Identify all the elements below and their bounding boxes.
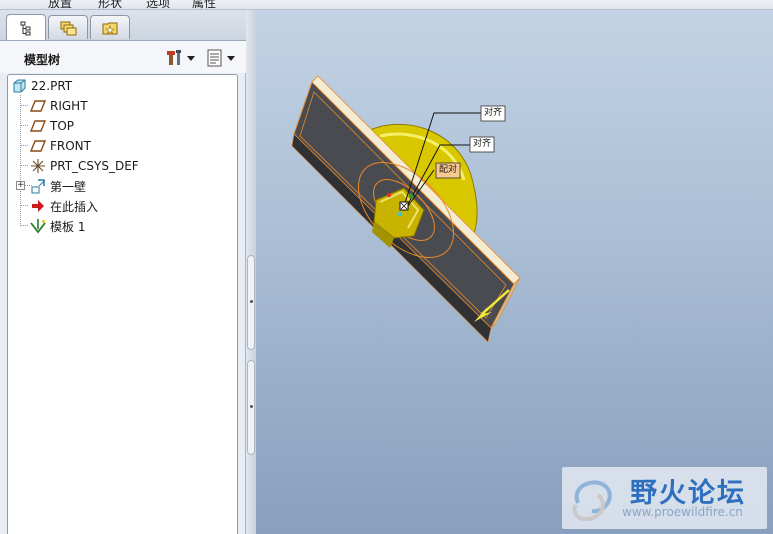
tree-item-first-wall[interactable]: 第一壁 [30, 176, 86, 196]
splitter-grip-top[interactable] [247, 255, 255, 350]
tree-item-insert-here[interactable]: 在此插入 [30, 196, 98, 216]
model-tree-title: 模型树 [24, 53, 61, 67]
tree-item-label: 模板 1 [50, 219, 86, 234]
datum-plane-icon [30, 118, 46, 134]
navigator-tabs [0, 10, 246, 40]
coordinate-system-icon [30, 158, 46, 174]
graphics-viewport[interactable]: 对齐 对齐 配对 野火论坛 www.proewildfire.cn [256, 10, 773, 534]
tools-icon [167, 50, 181, 65]
tree-item-label: 第一壁 [50, 179, 87, 194]
sheetmetal-wall-icon [30, 178, 46, 194]
tree-item-label: TOP [50, 119, 75, 133]
menu-shape[interactable]: 形状 [98, 0, 122, 9]
tree-item-top[interactable]: TOP [30, 116, 74, 136]
tree-item-label: 22.PRT [31, 79, 73, 93]
tree-item-label: PRT_CSYS_DEF [50, 159, 139, 173]
tree-item-right[interactable]: RIGHT [30, 96, 88, 116]
list-settings-icon [207, 49, 222, 67]
model-tree-header: 模型树 [0, 40, 246, 73]
annotation-label-mate: 配对 [439, 165, 458, 175]
favorites-folder-tab-icon [102, 22, 118, 34]
insert-here-arrow-icon [30, 198, 46, 214]
annotation-label-align-1: 对齐 [484, 108, 503, 118]
tab-model-tree[interactable] [6, 14, 46, 40]
annotation-label-align-2: 对齐 [473, 139, 492, 149]
tree-item-label: RIGHT [50, 99, 88, 113]
menu-properties[interactable]: 属性 [192, 0, 216, 9]
tab-layers[interactable] [48, 15, 88, 39]
point-cyan [397, 211, 403, 217]
layers-folder-tab-icon [60, 21, 77, 35]
tree-item-csys[interactable]: PRT_CSYS_DEF [30, 156, 139, 176]
expand-toggle[interactable]: + [16, 181, 25, 190]
datum-plane-icon [30, 138, 46, 154]
menu-place[interactable]: 放置 [48, 0, 72, 9]
model-tree: + 22.PRT RIGHT TOP FRONT PRT_CSYS_DEF 第一… [7, 74, 238, 534]
model-tree-tab-icon [20, 21, 31, 35]
part-icon [11, 78, 27, 94]
splitter-grip-bottom[interactable] [247, 360, 255, 455]
point-green [408, 193, 414, 199]
tab-favorites[interactable] [90, 15, 130, 39]
tree-display-button[interactable] [206, 49, 235, 67]
tree-item-root[interactable]: 22.PRT [11, 76, 72, 96]
watermark: 野火论坛 www.proewildfire.cn [562, 467, 767, 529]
datum-plane-icon [30, 98, 46, 114]
panel-splitter[interactable] [246, 10, 256, 534]
menu-bar: 放置 形状 选项 属性 [0, 0, 773, 10]
model-3d-view [291, 75, 521, 343]
tree-item-form-1[interactable]: 模板 1 [30, 216, 85, 236]
tree-settings-button[interactable] [166, 49, 195, 67]
tree-item-label: 在此插入 [50, 199, 99, 214]
tree-item-front[interactable]: FRONT [30, 136, 91, 156]
menu-options[interactable]: 选项 [146, 0, 170, 9]
form-feature-icon [30, 218, 46, 234]
point-red [386, 192, 392, 198]
proewildfire-logo [572, 480, 612, 522]
navigator-panel: 模型树 + 22.PRT RIGHT TOP FRONT PRT_CSYS_DE… [0, 10, 246, 534]
watermark-url: www.proewildfire.cn [622, 505, 743, 519]
tree-item-label: FRONT [50, 139, 91, 153]
